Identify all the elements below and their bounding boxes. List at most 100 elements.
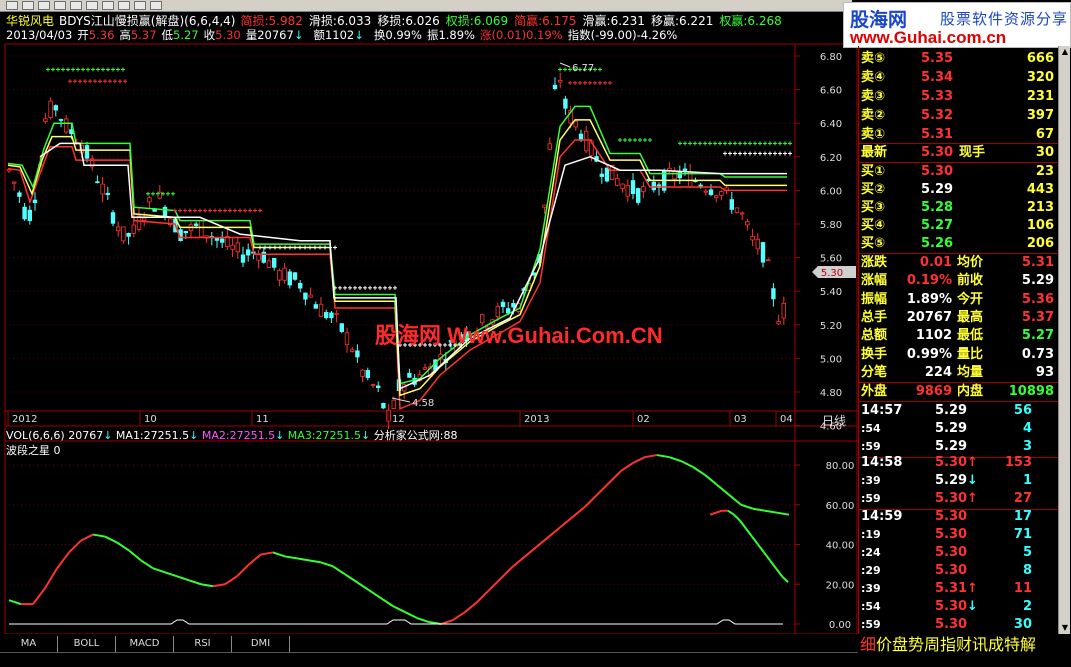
ma2-value: MA2:27251.5 [201,429,276,442]
tick-time: :24 [861,546,881,559]
volume-baseline [9,619,783,625]
tab-boll[interactable]: BOLL [58,636,116,652]
candle-body [329,312,334,319]
sub-line-segment [727,509,735,516]
sub-line-segment [716,484,730,496]
candle-body [141,217,147,221]
tick-price: 5.30 [935,509,968,524]
candle-body [100,183,105,195]
candle-body [729,199,734,210]
sub-indicator-name[interactable]: 波段之星 [6,444,50,457]
candle-body [27,209,32,221]
tick-row: :39 5.29 1 ↓ [859,472,1058,490]
stat-label: 涨幅 [861,273,888,289]
sub-line-segment [308,559,322,564]
tick-row: :54 5.29 4 [859,420,1058,438]
candle-body [64,118,69,133]
tick-time: 14:58 [861,455,903,470]
panel-tabs[interactable]: 细价盘势周指财讯成特解 [858,633,1071,657]
candle-body [245,249,251,256]
sub-line-segment [140,559,154,570]
candle-body [297,282,303,289]
period-label[interactable]: 日线 [822,412,846,429]
candle-body [734,207,740,214]
candle-body [760,242,766,263]
stat-label: 总额 [861,328,888,344]
candle-body [360,369,365,377]
sell-volume: 320 [1026,70,1054,85]
scroll-down-icon[interactable]: ▼ [1060,623,1070,633]
buy-row: 买② 5.29 443 [859,181,1058,199]
sell-price: 5.34 [921,70,954,85]
candle-body [199,220,204,238]
sub-chart[interactable]: 80.00 60.00 40.00 20.00 0.00 [5,454,854,631]
candle-body [292,272,298,280]
tab-ma[interactable]: MA [0,636,58,652]
candle-body [126,232,131,237]
buy-price: 5.26 [921,236,954,251]
price-tick-label: 6.20 [820,153,842,164]
stat-value: 5.36 [1021,291,1054,307]
panel-tab-detail[interactable]: 细 [860,635,876,654]
tick-price: 5.31 [935,581,968,596]
candle-body [386,409,391,422]
stat-label: 最高 [957,309,984,325]
candlesticks[interactable] [6,72,786,429]
sub-line-segment [757,543,765,554]
candle-body [766,259,771,262]
tick-price: 5.30 [935,491,968,506]
tab-rsi[interactable]: RSI [174,636,232,652]
candle-body [620,183,625,189]
sub-line-segment [476,589,490,603]
candle-body [308,294,313,298]
candle-body [214,237,220,241]
tick-price: 5.30 [935,617,968,632]
scroll-up-icon[interactable]: ▲ [1060,47,1070,57]
tab-dmi[interactable]: DMI [232,636,290,652]
stat-value: 0.99% [906,346,952,362]
candle-body [53,105,58,111]
candle-body [131,224,136,234]
price-tick-label: 6.00 [820,186,842,197]
tick-row: :24 5.30 5 [859,544,1058,562]
sub-line-segment [745,527,753,538]
sell-label: 卖⑤ [861,51,886,66]
buy-row: 买⑤ 5.26 206 [859,235,1058,253]
stat-value: 5.27 [1021,328,1054,344]
down-arrow-icon: ↓ [189,429,199,442]
buy-row: 买① 5.30 23 [859,163,1058,181]
candle-body [615,178,620,186]
tab-macd[interactable]: MACD [116,636,174,652]
panel-tab-others[interactable]: 价盘势周指财讯成特解 [876,635,1036,654]
outer-inner-row: 外盘 9869 内盘 10898 [859,383,1058,401]
sub-line-segment [596,482,610,496]
sub-line-segment [272,551,286,558]
candle-body [84,145,90,159]
tick-price: 5.30 [935,545,968,560]
price-tick-label: 5.40 [820,287,842,298]
tick-time: :54 [861,600,881,613]
candle-body [318,303,324,317]
candle-body [578,133,584,141]
time-tick-label: 12 [392,414,405,425]
watermark: 股海网 Www.Guhai.Com.CN [375,318,663,350]
buy-row: 买③ 5.28 213 [859,199,1058,217]
price-chart[interactable]: 6.80 6.60 6.40 6.20 6.00 5.80 5.60 5.40 5.20 5.00… [0,0,858,634]
sub-line-segment [524,545,538,558]
candle-body [282,267,287,281]
sub-line-segment [380,597,394,607]
sub-line-segment [80,533,94,542]
sub-line-segment [632,456,646,464]
candle-body [240,254,246,263]
stat-value: 1102 [915,328,952,344]
candle-body [563,98,568,109]
sub-line-segment [536,535,550,548]
site-logo[interactable]: 股海网 股票软件资源分享 www.Guhai.com.cn [843,2,1071,48]
stat-value: 93 [1035,364,1054,380]
sell-row: 卖① 5.31 67 [859,126,1058,144]
candle-body [641,186,646,193]
low-annotation-text: 4.58 [412,398,434,409]
stat-value: 5.31 [1021,255,1054,270]
tick-scrollbar[interactable]: ▲ ▼ [1058,46,1070,634]
sub-line-segment [769,559,777,569]
